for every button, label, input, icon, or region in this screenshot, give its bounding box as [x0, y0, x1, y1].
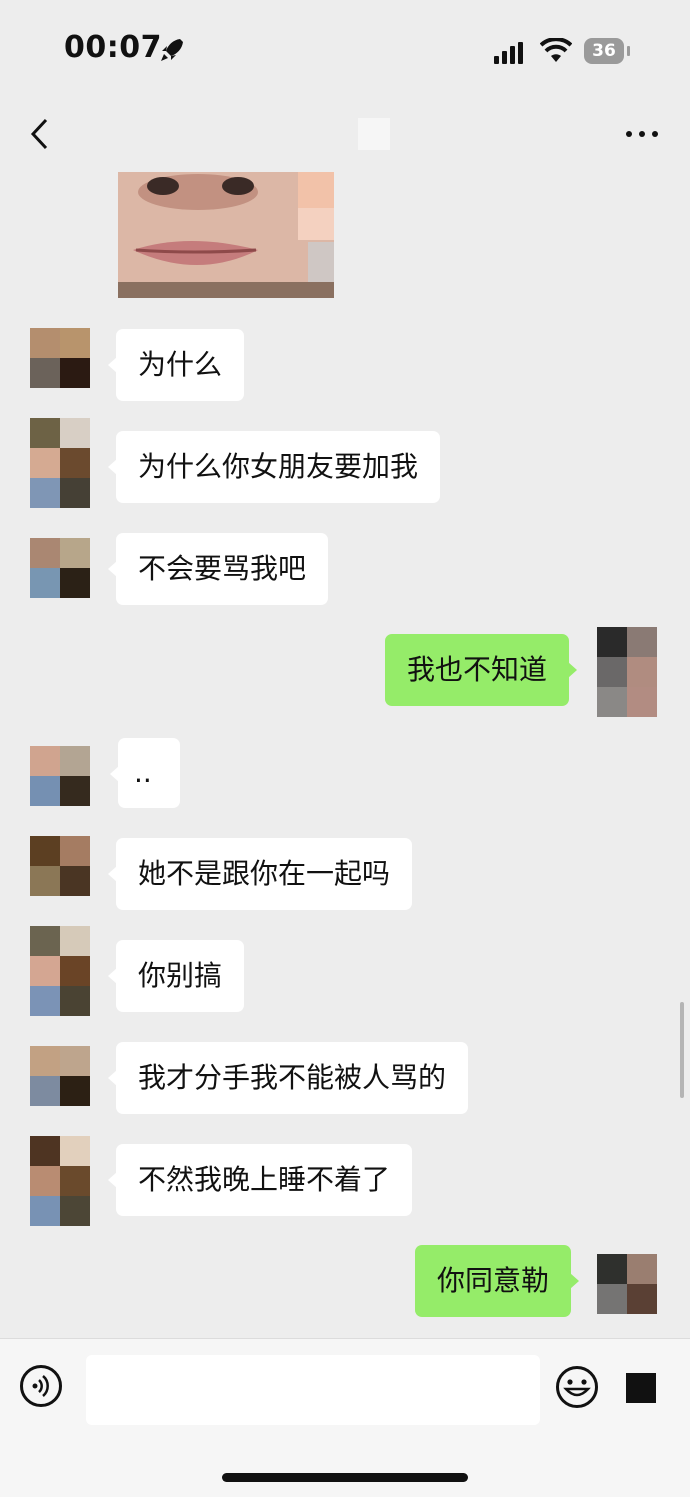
home-indicator[interactable] [222, 1473, 468, 1482]
message-bubble-incoming[interactable]: 为什么 [107, 329, 245, 401]
chevron-left-icon[interactable] [28, 118, 52, 150]
emoji-icon[interactable] [555, 1365, 599, 1409]
status-bar: 00:07 36 [0, 0, 690, 100]
received-photo[interactable] [118, 172, 334, 298]
battery-icon: 36 [584, 38, 624, 64]
message-bubble-incoming[interactable]: 你别搞 [107, 940, 245, 1012]
battery-tip [627, 46, 630, 56]
message-bubble-incoming[interactable]: 为什么你女朋友要加我 [107, 431, 441, 503]
my-avatar[interactable] [597, 1254, 657, 1314]
voice-icon[interactable] [20, 1365, 62, 1407]
message-bubble-outgoing[interactable]: 你同意勒 [415, 1245, 580, 1317]
message-bubble-incoming[interactable]: 我才分手我不能被人骂的 [107, 1042, 469, 1114]
chat-title-blurred [358, 118, 390, 150]
signal-icon [494, 42, 523, 64]
rocket-icon [161, 39, 183, 61]
plus-icon[interactable] [626, 1373, 656, 1403]
message-bubble-incoming[interactable]: 不会要骂我吧 [107, 533, 329, 605]
message-bubble-incoming[interactable]: 不然我晚上睡不着了 [107, 1144, 413, 1216]
avatar[interactable] [30, 1136, 90, 1226]
message-input[interactable] [86, 1355, 540, 1425]
message-bubble-outgoing[interactable]: 我也不知道 [385, 634, 578, 706]
avatar[interactable] [30, 418, 90, 508]
avatar[interactable] [30, 746, 90, 806]
wifi-icon [540, 38, 572, 62]
avatar[interactable] [30, 538, 90, 598]
avatar[interactable] [30, 328, 90, 388]
more-dots-icon[interactable] [624, 128, 660, 140]
message-bubble-incoming[interactable]: 她不是跟你在一起吗 [107, 838, 413, 910]
my-avatar[interactable] [597, 627, 657, 717]
scrollbar[interactable] [680, 1002, 684, 1098]
chat-nav-bar [0, 100, 690, 172]
message-bubble-incoming[interactable]: .. [110, 738, 180, 808]
avatar[interactable] [30, 1046, 90, 1106]
avatar[interactable] [30, 926, 90, 1016]
status-time: 00:07 [64, 30, 162, 65]
avatar[interactable] [30, 836, 90, 896]
chat-input-bar [0, 1338, 690, 1497]
